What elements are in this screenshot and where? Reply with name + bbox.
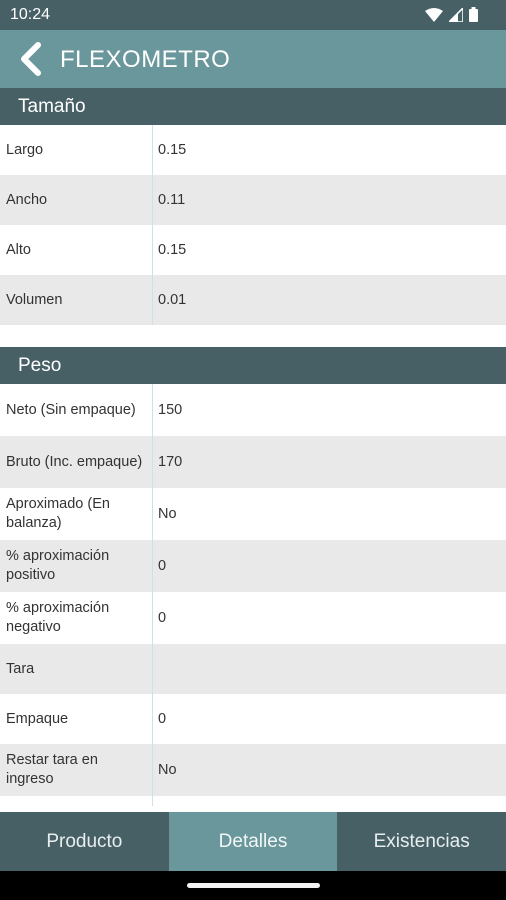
section-header-tamano: Tamaño: [0, 88, 506, 125]
row-label: Ancho: [0, 175, 153, 225]
app-bar: FLEXOMETRO: [0, 30, 506, 88]
page-title: FLEXOMETRO: [60, 46, 231, 73]
row-label: Tara: [0, 644, 153, 694]
table-row: Bruto (Inc. empaque) 170: [0, 436, 506, 488]
table-row: Empaque 0: [0, 694, 506, 744]
details-content[interactable]: Tamaño Largo 0.15 Ancho 0.11 Alto 0.15 V…: [0, 88, 506, 812]
row-value: 0.15: [158, 242, 187, 258]
tab-producto[interactable]: Producto: [0, 812, 169, 871]
table-row: % aproximación positivo 0: [0, 540, 506, 592]
row-value: 0: [158, 558, 167, 574]
table-row: Alto 0.15: [0, 225, 506, 275]
tab-existencias[interactable]: Existencias: [337, 812, 506, 871]
row-label: Aproximado (En balanza): [0, 488, 153, 540]
status-icons: [425, 7, 478, 22]
table-row: Largo 0.15: [0, 125, 506, 175]
table-row: Volumen 0.01: [0, 275, 506, 325]
row-value: 150: [158, 402, 183, 418]
table-row: Ancho 0.11: [0, 175, 506, 225]
row-value: 170: [158, 454, 183, 470]
status-bar: 10:24: [0, 0, 506, 30]
row-label: % aproximación negativo: [0, 592, 153, 644]
row-label: Volumen: [0, 275, 153, 325]
row-label: Bruto (Inc. empaque): [0, 436, 153, 488]
row-value: [153, 644, 506, 694]
row-value: No: [158, 762, 177, 778]
table-row-partial: [0, 796, 506, 806]
table-row: % aproximación negativo 0: [0, 592, 506, 644]
section-spacer: [0, 325, 506, 347]
home-gesture-handle[interactable]: [187, 883, 320, 888]
row-label: Empaque: [0, 694, 153, 744]
table-row: Aproximado (En balanza) No: [0, 488, 506, 540]
row-value: 0.15: [158, 142, 187, 158]
signal-icon: [449, 7, 463, 22]
row-value: No: [158, 506, 177, 522]
row-value: 0.11: [158, 192, 186, 208]
back-arrow-icon[interactable]: [14, 40, 52, 78]
row-value: 0: [158, 610, 167, 626]
row-label: Restar tara en ingreso: [0, 744, 153, 796]
system-gesture-bar: [0, 871, 506, 900]
row-label-partial: [0, 796, 153, 806]
bottom-tab-bar: Producto Detalles Existencias: [0, 812, 506, 871]
tab-detalles[interactable]: Detalles: [168, 812, 338, 871]
row-label: Neto (Sin empaque): [0, 384, 153, 436]
battery-icon: [469, 7, 478, 22]
table-row: Restar tara en ingreso No: [0, 744, 506, 796]
section-header-peso: Peso: [0, 347, 506, 384]
row-label: Alto: [0, 225, 153, 275]
row-label: Largo: [0, 125, 153, 175]
row-value: 0.01: [158, 292, 187, 308]
table-row: Tara: [0, 644, 506, 694]
row-label: % aproximación positivo: [0, 540, 153, 592]
row-value: 0: [158, 711, 167, 727]
wifi-icon: [425, 7, 443, 22]
table-row: Neto (Sin empaque) 150: [0, 384, 506, 436]
status-time: 10:24: [10, 6, 51, 23]
